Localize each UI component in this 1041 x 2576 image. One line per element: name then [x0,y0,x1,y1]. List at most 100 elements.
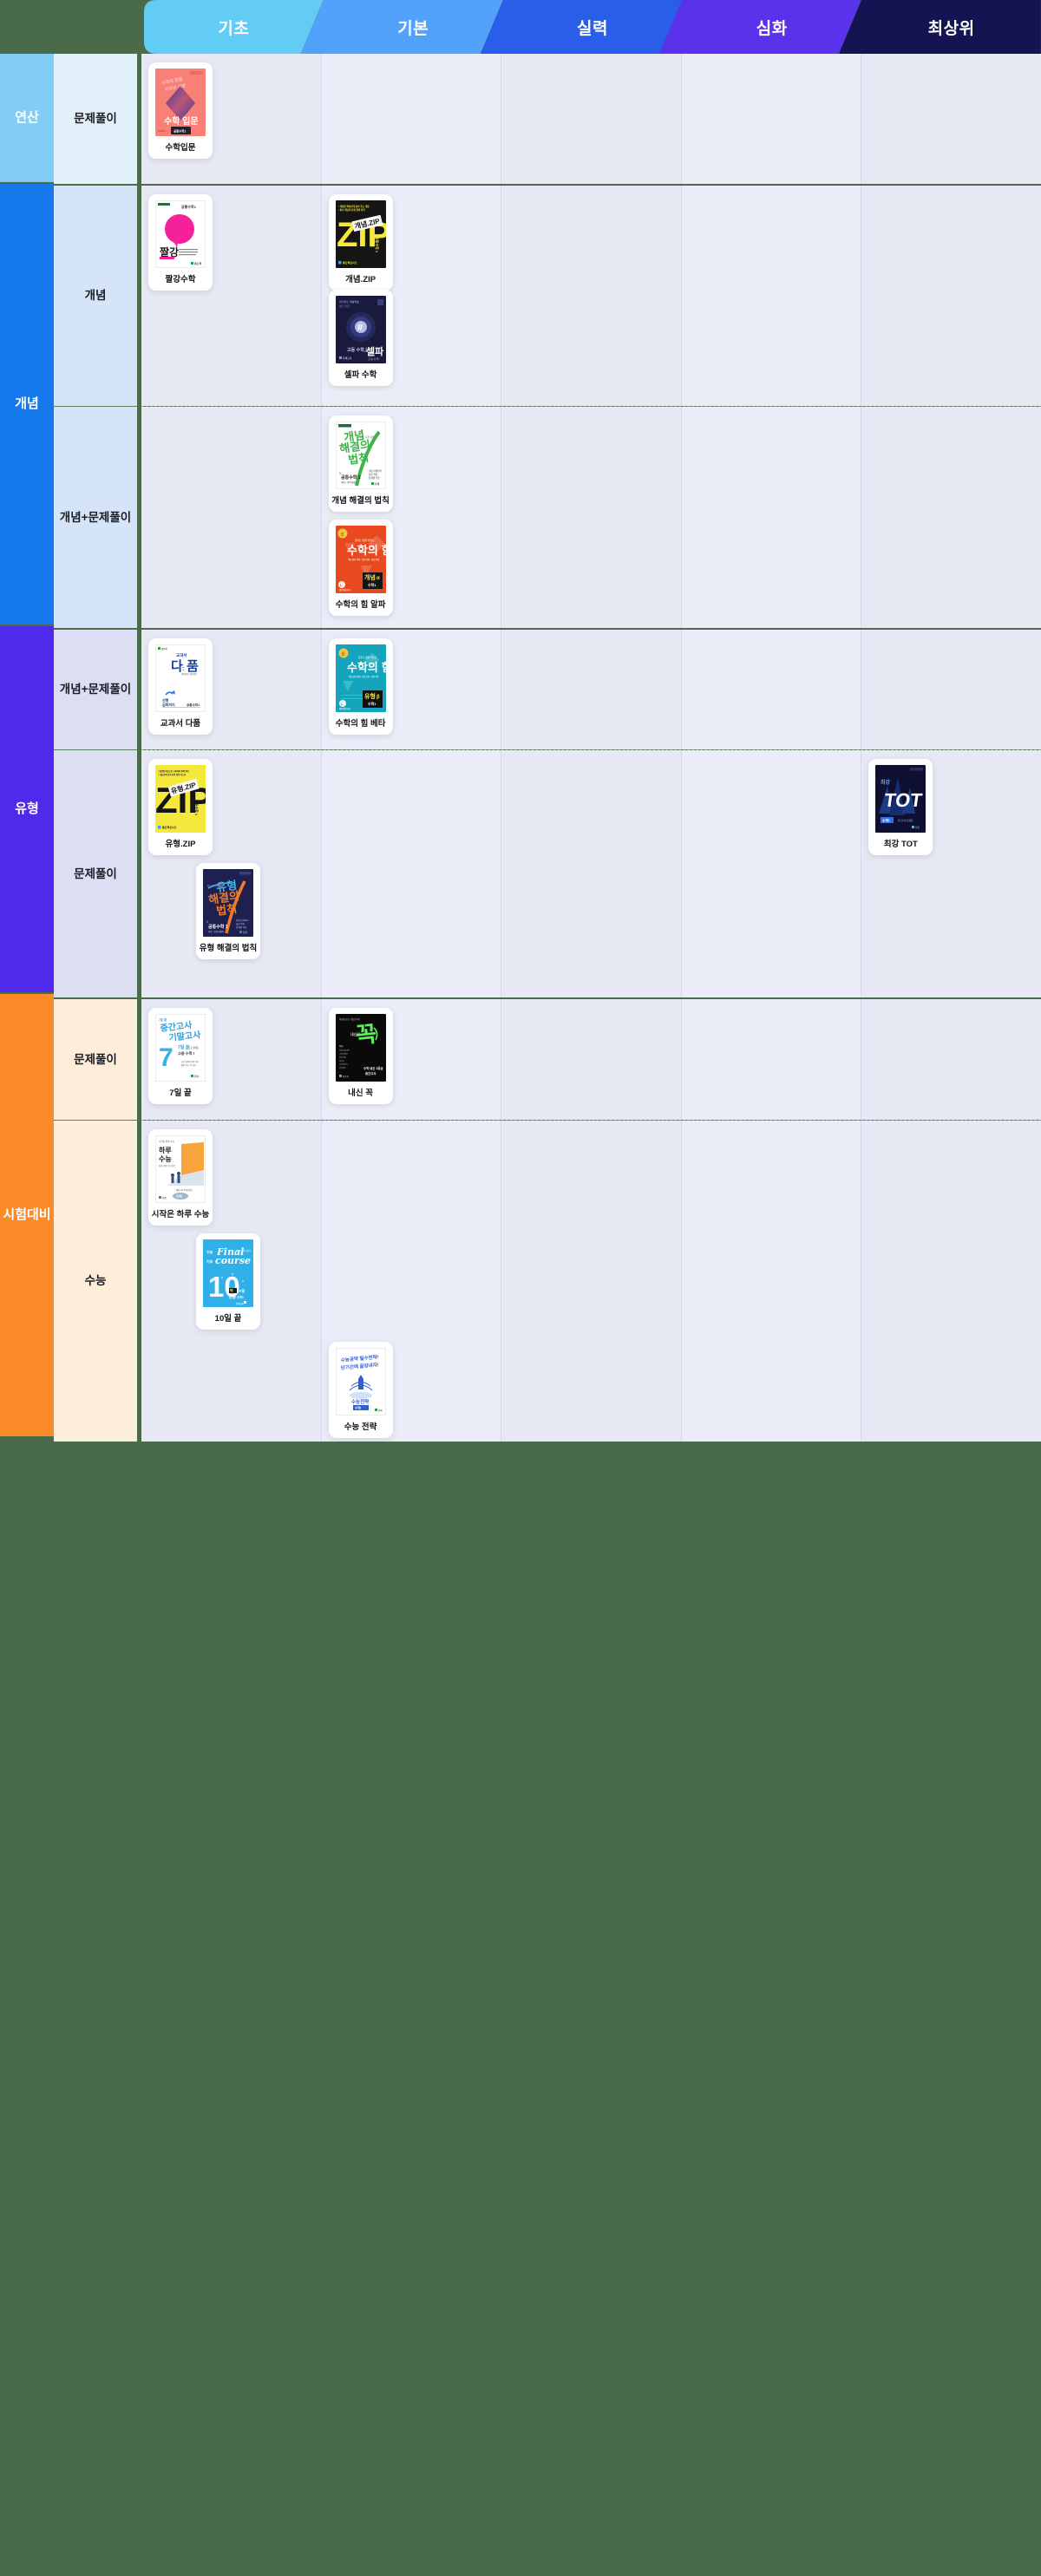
book-cell-r2-c1: 공통수학1 짤강 좋은책 짤강수학 [141,186,322,406]
book-cover-image: 수능 Final course 기초 10 딱 10일 로 끝! 수학Ⅰ 수능 … [203,1239,253,1307]
svg-text:수능: 수능 [206,1249,213,1254]
subcategory-label[interactable]: 개념 + 문제풀이 [54,630,137,750]
subcategory-label[interactable]: 문제풀이 [54,54,137,184]
book-card[interactable]: 유형 해결의 법칙 한 눈에 보이는 5 공통수학 1 유형 + 문제 해결력 … [196,863,260,959]
book-card[interactable]: 신 꿈꾸는 힘을 키우는 수학의 힘 개념 원리 이해 · 유형 훈련 · 실전… [328,638,393,735]
svg-text:자기주도 해결학습: 자기주도 해결학습 [339,299,359,304]
book-title: 7일 끝 [169,1089,192,1098]
subcategory-group-4: 문제풀이 수능 [54,999,137,1442]
svg-text:7: 7 [159,1043,174,1072]
book-cover-image: 적중률 높은 기출 분석서 내신의 꼭 목차 다항식의 연산 나머지정리 인수분해… [335,1014,386,1082]
book-cover-image: 공통수학1 짤강 좋은책 [155,200,206,268]
book-card[interactable]: 최강 TOT 수학Ⅰ 최고수준 문제집 천재 최강 TOT [868,759,933,855]
books-area: 수학의 힘을키우는 기본 수학 입문 공통수학1 수학입문 공통수학1 짤강 [137,54,1041,2576]
subcategory-label[interactable]: 문제풀이 [54,750,137,997]
svg-text:천재: 천재 [243,931,247,934]
book-card[interactable]: 시작은 하루 수능 하루 수능 하루 한 장 수능 감각 매일 1강 30일 완… [148,1129,213,1226]
category-column: 연산개념 유형 시험 대비 [0,54,54,2576]
level-tab-5[interactable]: 최상위 [839,0,1041,54]
book-title: 유형 해결의 법칙 [199,944,258,953]
book-cell-r4-c2: 신 꿈꾸는 힘을 키우는 수학의 힘 개념 원리 이해 · 유형 훈련 · 실전… [321,630,502,749]
svg-text:수학의 힘: 수학의 힘 [347,661,386,674]
svg-text:천재: 천재 [915,826,920,829]
level-tab-1[interactable]: 기초 [144,0,324,54]
svg-text:10일: 10일 [238,1288,245,1293]
book-card[interactable]: 신 꿈꾸는 힘을 키우는 수학의 힘 개념 원리 이해 · 유형 훈련 · 실전… [328,520,393,616]
svg-text:유형 분석부터: 유형 분석부터 [236,919,249,922]
book-cell-r2-c4 [681,186,862,406]
svg-text:TOT: TOT [883,789,925,811]
book-row: • 유형별 학습으로 시험대비 완벽 정리 • 기출 문제 분석 유형 집중 마… [141,750,1041,997]
svg-text:7일 끝: 7일 끝 [159,1017,167,1022]
category-label-2[interactable]: 개념 [0,184,54,626]
svg-text:신: 신 [341,651,344,656]
svg-text:천재: 천재 [375,482,380,486]
svg-text:공통수학 1: 공통수학 1 [208,924,228,930]
book-cell-r6-c2: 적중률 높은 기출 분석서 내신의 꼭 목차 다항식의 연산 나머지정리 인수분해… [321,999,502,1120]
svg-text:공통수학 1: 공통수학 1 [341,474,361,481]
level-tab-4[interactable]: 심화 [659,0,862,54]
level-tab-2[interactable]: 기본 [300,0,503,54]
svg-text:셀프 스터디: 셀프 스터디 [339,304,350,308]
subcategory-label[interactable]: 개념 [54,186,137,407]
book-card[interactable]: 수학의 힘을 키우는 기본 수학 입문 공통수학1 수학입문 [148,62,213,159]
svg-text:실전 적용: 실전 적용 [236,922,246,925]
book-cell-r1-c2 [321,54,502,184]
book-row: 공통수학1 짤강 좋은책 짤강수학 • 개념을 확실하게 잡아 주는 개념 • … [141,186,1041,407]
svg-text:공통수학1: 공통수학1 [174,129,186,134]
svg-text:좋은책: 좋은책 [161,647,167,651]
book-card[interactable]: • 유형별 학습으로 시험대비 완벽 정리 • 기출 문제 분석 유형 집중 마… [148,759,213,855]
book-row: 수학의 힘을 키우는 기본 수학 입문 공통수학1 수학입문 [141,54,1041,184]
svg-text:수능: 수능 [159,1154,172,1163]
book-cover-image: 7일 끝 중간고사 기말고사 7 7일 끝 으로 끝내는 고등 수학 I 시험 … [155,1014,206,1082]
svg-text:공통수학 1: 공통수학 1 [375,237,380,253]
book-card[interactable]: 적중률 높은 기출 분석서 내신의 꼭 목차 다항식의 연산 나머지정리 인수분해… [328,1008,393,1104]
subcategory-label[interactable]: 개념 + 문제풀이 [54,407,137,628]
book-cell-r3-c5 [861,407,1041,628]
svg-text:수학Ⅰ: 수학Ⅰ [882,818,890,823]
svg-text:공통수학1: 공통수학1 [187,703,200,707]
svg-text:β: β [376,695,380,700]
level-tab-3[interactable]: 실력 [480,0,683,54]
category-label-1[interactable]: 연산 [0,54,54,184]
book-card[interactable]: 공통수학1 짤강 좋은책 짤강수학 [148,194,213,291]
category-label-line: 시험 [3,1207,27,1223]
subcategory-label-line: 개념 [59,510,82,524]
svg-text:#: # [357,323,363,333]
book-cell-r1-c5 [861,54,1041,184]
svg-text:개념: 개념 [364,573,376,581]
subcategory-label-line: 문제풀이 [88,683,132,696]
book-cell-r6-c1: 7일 끝 중간고사 기말고사 7 7일 끝 으로 끝내는 고등 수학 I 시험 … [141,999,322,1120]
book-cover-image: 유형 해결의 법칙 한 눈에 보이는 5 공통수학 1 유형 + 문제 해결력 … [203,869,253,937]
subcategory-label[interactable]: 문제풀이 [54,999,137,1121]
svg-text:좋은책: 좋은책 [343,1075,349,1078]
book-card[interactable]: 수능공략 필수전략! 단기간에 끝장내자! 수능전략 수학Ⅰ 천재 수능 전략 [328,1342,393,1438]
book-cell-r3-c4 [681,407,862,628]
book-cell-r7-c3 [501,1121,682,1442]
book-card[interactable]: 좋은책 교과서 다 : 품 개념부터 실전까지 선행 심화까지 공통수학1 교과… [148,638,213,735]
category-label-4[interactable]: 시험 대비 [0,994,54,1436]
book-title: 교과서 다품 [160,719,201,729]
svg-text:좋은책신사고: 좋은책신사고 [162,825,177,829]
svg-text:단계별 학습: 단계별 학습 [369,476,380,480]
svg-text:수학1: 수학1 [368,701,376,706]
book-cell-r2-c2: • 개념을 확실하게 잡아 주는 개념 • 필수 개념과 유형 완벽 정리 ZI… [321,186,502,406]
book-row: 시작은 하루 수능 하루 수능 하루 한 장 수능 감각 매일 1강 30일 완… [141,1121,1041,1442]
book-card[interactable]: 자기주도 해결학습 셀프 스터디 # 고등 수학上 셀파 고 등 수 학 천재교… [328,290,393,386]
svg-text:천재: 천재 [194,1075,199,1078]
svg-text:단계별 학습: 단계별 학습 [236,925,247,929]
category-label-3[interactable]: 유형 [0,626,54,994]
book-cell-r3-c2: 개념 해결의 법칙 어느 순간 쉬워진 5 공통수학 1 개념 + 문제 해결력… [321,407,502,628]
book-cover-image: 수학의 힘을 키우는 기본 수학 입문 공통수학1 [155,69,206,136]
book-card[interactable]: • 개념을 확실하게 잡아 주는 개념 • 필수 개념과 유형 완벽 정리 ZI… [328,194,393,291]
book-card[interactable]: 수능 Final course 기초 10 딱 10일 로 끝! 수학Ⅰ 수능 … [196,1233,260,1330]
subcategory-label-line: 문제풀이 [88,510,132,524]
book-card[interactable]: 7일 끝 중간고사 기말고사 7 7일 끝 으로 끝내는 고등 수학 I 시험 … [148,1008,213,1104]
svg-text:수능전략: 수능전략 [351,1398,369,1405]
book-card[interactable]: 개념 해결의 법칙 어느 순간 쉬워진 5 공통수학 1 개념 + 문제 해결력… [328,415,393,512]
book-title: 수학입문 [165,143,196,153]
svg-text:품: 품 [187,659,199,674]
subcategory-label-line: 문제풀이 [74,112,117,126]
subcategory-label[interactable]: 수능 [54,1121,137,1442]
category-label-line: 연산 [15,110,39,126]
